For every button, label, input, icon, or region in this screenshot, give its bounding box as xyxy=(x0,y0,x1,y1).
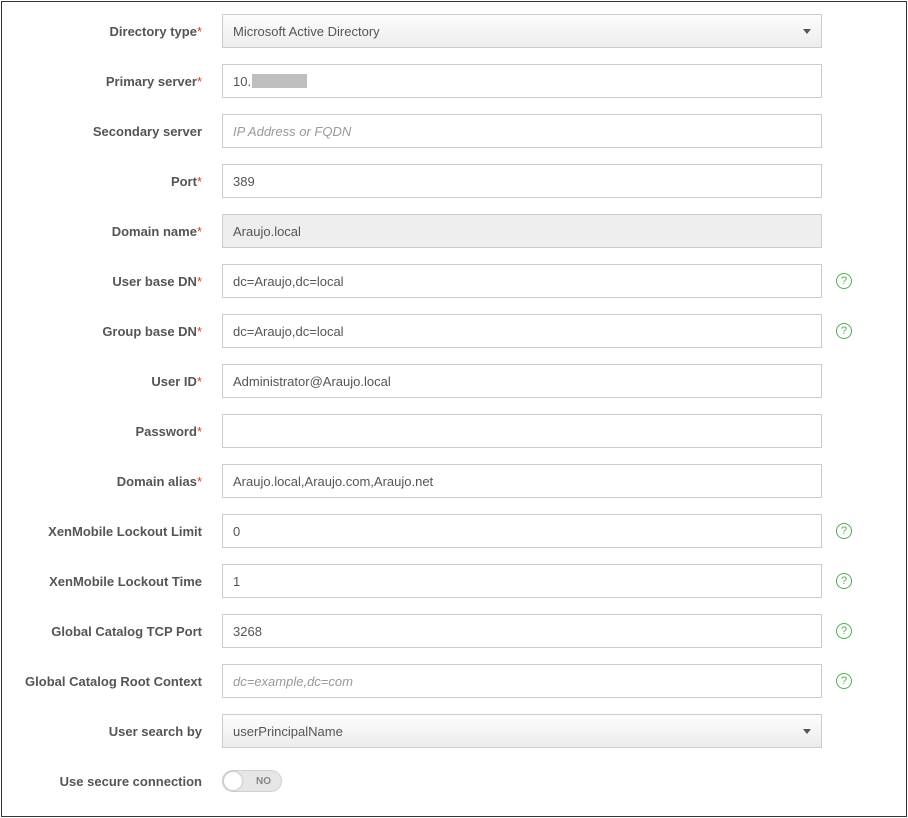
gc-root-context-input[interactable] xyxy=(222,664,822,698)
row-secondary-server: Secondary server xyxy=(22,114,886,148)
row-lockout-limit: XenMobile Lockout Limit ? xyxy=(22,514,886,548)
label-text: Password xyxy=(136,424,197,439)
label-primary-server: Primary server* xyxy=(22,74,222,89)
domain-alias-input[interactable] xyxy=(222,464,822,498)
label-text: Primary server xyxy=(106,74,197,89)
label-text: Global Catalog TCP Port xyxy=(51,624,202,639)
row-gc-root-context: Global Catalog Root Context ? xyxy=(22,664,886,698)
user-search-by-select[interactable]: userPrincipalName xyxy=(222,714,822,748)
ldap-settings-form: Directory type* Microsoft Active Directo… xyxy=(1,1,907,817)
label-user-id: User ID* xyxy=(22,374,222,389)
chevron-down-icon xyxy=(803,729,811,734)
label-text: Global Catalog Root Context xyxy=(25,674,202,689)
label-text: Use secure connection xyxy=(60,774,202,789)
row-user-base-dn: User base DN* ? xyxy=(22,264,886,298)
chevron-down-icon xyxy=(803,29,811,34)
lockout-time-input[interactable] xyxy=(222,564,822,598)
required-marker: * xyxy=(197,474,202,489)
primary-server-input[interactable]: 10. xyxy=(222,64,822,98)
row-user-search-by: User search by userPrincipalName xyxy=(22,714,886,748)
row-use-secure: Use secure connection NO xyxy=(22,764,886,798)
label-lockout-time: XenMobile Lockout Time xyxy=(22,574,222,589)
gc-tcp-port-input[interactable] xyxy=(222,614,822,648)
required-marker: * xyxy=(197,224,202,239)
label-text: Port xyxy=(171,174,197,189)
row-gc-tcp-port: Global Catalog TCP Port ? xyxy=(22,614,886,648)
row-port: Port* xyxy=(22,164,886,198)
label-text: Domain name xyxy=(112,224,197,239)
label-group-base-dn: Group base DN* xyxy=(22,324,222,339)
domain-name-value: Araujo.local xyxy=(233,224,301,239)
group-base-dn-input[interactable] xyxy=(222,314,822,348)
help-icon[interactable]: ? xyxy=(836,673,852,689)
row-lockout-time: XenMobile Lockout Time ? xyxy=(22,564,886,598)
row-directory-type: Directory type* Microsoft Active Directo… xyxy=(22,14,886,48)
label-text: User base DN xyxy=(112,274,197,289)
label-text: User search by xyxy=(109,724,202,739)
label-directory-type: Directory type* xyxy=(22,24,222,39)
label-text: Directory type xyxy=(110,24,197,39)
required-marker: * xyxy=(197,24,202,39)
help-icon[interactable]: ? xyxy=(836,523,852,539)
label-text: Domain alias xyxy=(117,474,197,489)
redacted-block xyxy=(252,74,307,88)
password-input[interactable] xyxy=(222,414,822,448)
directory-type-select[interactable]: Microsoft Active Directory xyxy=(222,14,822,48)
required-marker: * xyxy=(197,324,202,339)
label-secondary-server: Secondary server xyxy=(22,124,222,139)
select-value: userPrincipalName xyxy=(233,724,343,739)
label-domain-alias: Domain alias* xyxy=(22,474,222,489)
label-domain-name: Domain name* xyxy=(22,224,222,239)
secondary-server-input[interactable] xyxy=(222,114,822,148)
label-lockout-limit: XenMobile Lockout Limit xyxy=(22,524,222,539)
lockout-limit-input[interactable] xyxy=(222,514,822,548)
row-primary-server: Primary server* 10. xyxy=(22,64,886,98)
label-gc-tcp-port: Global Catalog TCP Port xyxy=(22,624,222,639)
help-icon[interactable]: ? xyxy=(836,623,852,639)
label-user-search-by: User search by xyxy=(22,724,222,739)
row-domain-alias: Domain alias* xyxy=(22,464,886,498)
label-text: XenMobile Lockout Limit xyxy=(48,524,202,539)
user-id-input[interactable] xyxy=(222,364,822,398)
toggle-label: NO xyxy=(256,776,271,787)
port-input[interactable] xyxy=(222,164,822,198)
label-port: Port* xyxy=(22,174,222,189)
label-password: Password* xyxy=(22,424,222,439)
label-text: Secondary server xyxy=(93,124,202,139)
row-password: Password* xyxy=(22,414,886,448)
row-domain-name: Domain name* Araujo.local xyxy=(22,214,886,248)
required-marker: * xyxy=(197,374,202,389)
use-secure-toggle[interactable]: NO xyxy=(222,770,282,792)
select-value: Microsoft Active Directory xyxy=(233,24,380,39)
row-group-base-dn: Group base DN* ? xyxy=(22,314,886,348)
label-use-secure: Use secure connection xyxy=(22,774,222,789)
label-text: Group base DN xyxy=(102,324,197,339)
required-marker: * xyxy=(197,424,202,439)
required-marker: * xyxy=(197,74,202,89)
help-icon[interactable]: ? xyxy=(836,573,852,589)
help-icon[interactable]: ? xyxy=(836,323,852,339)
help-icon[interactable]: ? xyxy=(836,273,852,289)
label-text: XenMobile Lockout Time xyxy=(49,574,202,589)
row-user-id: User ID* xyxy=(22,364,886,398)
label-gc-root-context: Global Catalog Root Context xyxy=(22,674,222,689)
toggle-knob xyxy=(224,772,242,790)
user-base-dn-input[interactable] xyxy=(222,264,822,298)
domain-name-field: Araujo.local xyxy=(222,214,822,248)
primary-server-prefix: 10. xyxy=(233,74,251,89)
required-marker: * xyxy=(197,174,202,189)
label-text: User ID xyxy=(151,374,197,389)
label-user-base-dn: User base DN* xyxy=(22,274,222,289)
required-marker: * xyxy=(197,274,202,289)
